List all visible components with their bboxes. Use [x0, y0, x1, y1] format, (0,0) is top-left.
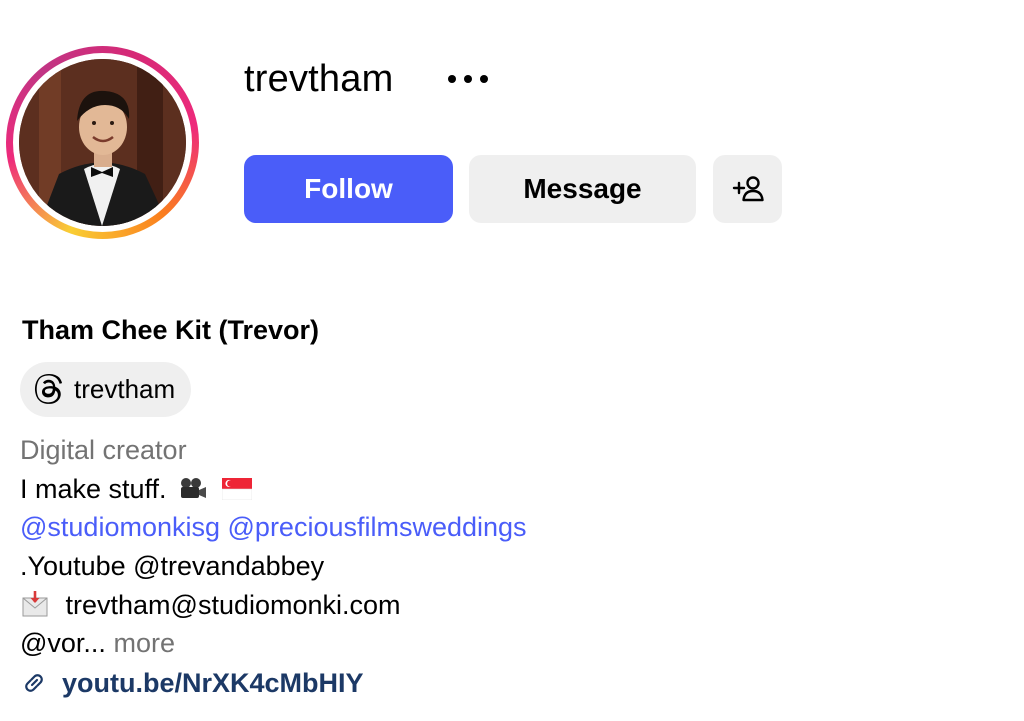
more-horizontal-icon: [448, 75, 488, 83]
email-text: trevtham@studiomonki.com: [65, 590, 401, 620]
bio-youtube-line: .Youtube @trevandabbey: [20, 551, 325, 581]
threads-link[interactable]: trevtham: [20, 362, 192, 417]
truncated-text: @vor...: [20, 628, 106, 658]
external-link-row: youtu.be/NrXK4cMbHIY: [20, 664, 364, 702]
bio-email-line: trevtham@studiomonki.com: [20, 587, 401, 623]
bio-more-link[interactable]: more: [113, 628, 175, 658]
username: trevtham: [244, 58, 394, 100]
follow-button[interactable]: Follow: [244, 155, 453, 223]
category-label: Digital creator: [20, 435, 187, 465]
profile-photo: [19, 59, 186, 226]
threads-icon: [34, 373, 63, 404]
message-button[interactable]: Message: [469, 155, 696, 223]
movie-camera-icon: [181, 478, 207, 498]
bio-mentions: @studiomonkisg @preciousfilmsweddings: [20, 509, 527, 545]
singapore-flag-icon: [221, 478, 252, 500]
more-options-button[interactable]: [448, 62, 496, 96]
envelope-arrow-icon: [22, 591, 48, 617]
mention-link-preciousfilmsweddings[interactable]: @preciousfilmsweddings: [228, 512, 527, 542]
link-icon: [25, 674, 43, 692]
story-ring[interactable]: [6, 46, 199, 239]
avatar[interactable]: [19, 59, 186, 226]
avatar-frame: [13, 53, 192, 232]
profile-page: trevtham Follow Message Tham Chee Kit (T…: [0, 0, 1024, 721]
bio-text: I make stuff.: [20, 474, 167, 504]
bio-line-1: I make stuff.: [20, 471, 252, 507]
threads-handle: trevtham: [74, 374, 176, 404]
full-name: Tham Chee Kit (Trevor): [22, 315, 320, 345]
add-user-icon: [732, 176, 764, 202]
add-user-button[interactable]: [713, 155, 782, 223]
external-link[interactable]: youtu.be/NrXK4cMbHIY: [62, 668, 364, 699]
mention-link-studiomonkisg[interactable]: @studiomonkisg: [20, 512, 220, 542]
bio-line-truncated: @vor... more: [20, 625, 175, 661]
